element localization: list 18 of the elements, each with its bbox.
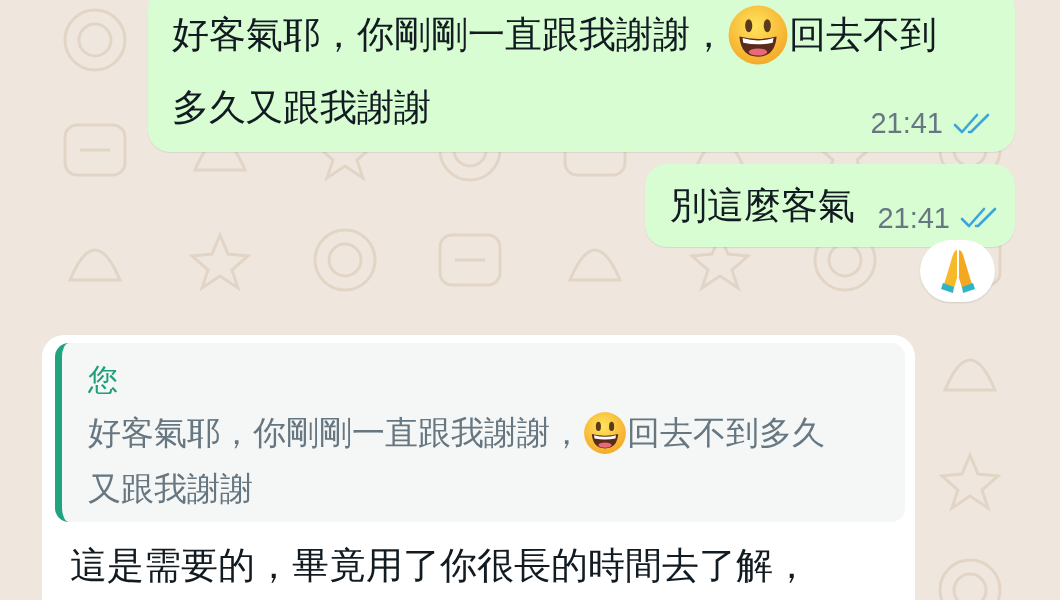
- message-bubble[interactable]: 好客氣耶，你剛剛一直跟我謝謝， 回去不到 多久又跟我謝謝 21:41: [148, 0, 1015, 152]
- quote-text: 又跟我謝謝: [88, 467, 253, 510]
- quoted-message[interactable]: 您 好客氣耶，你剛剛一直跟我謝謝， 回去不到多久 又跟我謝謝: [55, 342, 905, 522]
- smiley-icon: [583, 411, 627, 455]
- message-text: 回去不到: [789, 11, 937, 58]
- message-text: 別這麼客氣: [670, 182, 856, 229]
- quote-author: 您: [88, 361, 118, 397]
- message-text: 多久又跟我謝謝: [172, 85, 431, 131]
- message-text: 這是需要的，畢竟用了你很長的時間去了解，: [70, 543, 810, 589]
- message-bubble[interactable]: 別這麼客氣 21:41: [645, 164, 1015, 247]
- message-text: 好客氣耶，你剛剛一直跟我謝謝，: [172, 11, 727, 58]
- smiley-icon: [727, 3, 789, 66]
- quote-text: 回去不到多久: [627, 412, 825, 454]
- quote-text: 好客氣耶，你剛剛一直跟我謝謝，: [88, 412, 583, 454]
- message-bubble[interactable]: 您 好客氣耶，你剛剛一直跟我謝謝， 回去不到多久 又跟我謝謝 這是需要的，畢竟用了你很長的時間去了解，: [42, 334, 915, 600]
- message-time: 21:41: [870, 107, 943, 140]
- message-time: 21:41: [877, 201, 950, 235]
- reaction-badge[interactable]: [920, 239, 995, 302]
